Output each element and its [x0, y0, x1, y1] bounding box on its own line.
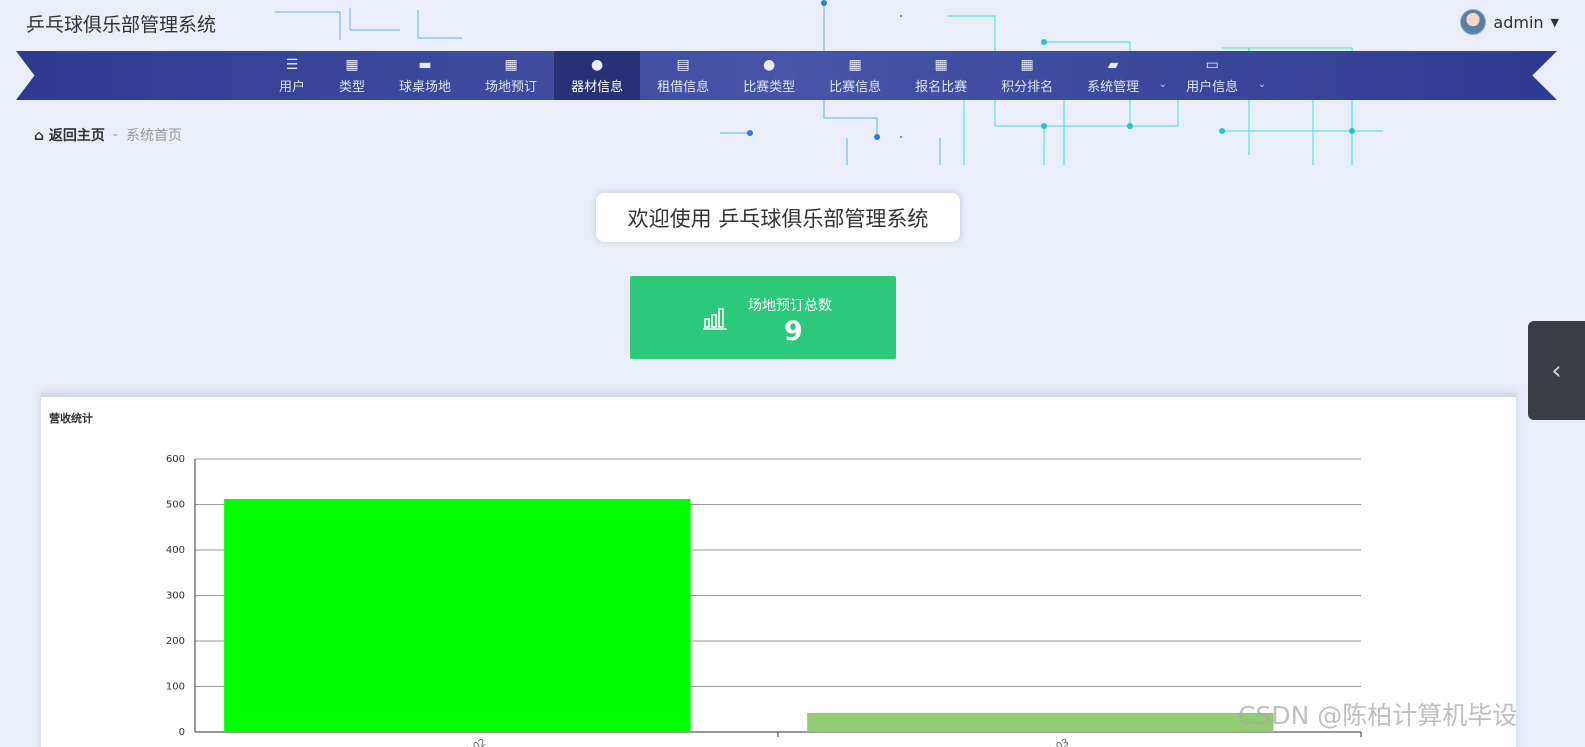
- nav-item-label: 租借信息: [657, 79, 710, 95]
- chevron-down-icon: ⌄: [1257, 79, 1267, 90]
- breadcrumb-home-label: 返回主页: [48, 128, 105, 144]
- breadcrumb-separator: -: [112, 127, 118, 143]
- list-icon: ☰: [285, 56, 299, 73]
- clipboard-icon: ▤: [676, 56, 690, 73]
- avatar[interactable]: [1460, 9, 1487, 35]
- y-tick-label: 500: [166, 500, 185, 511]
- username[interactable]: admin: [1493, 13, 1543, 32]
- breadcrumb: ⌂ 返回主页 - 系统首页: [34, 125, 182, 145]
- panel-title: 营收统计: [49, 412, 93, 425]
- x-tick-label: 2024-02: [446, 737, 488, 747]
- grid-icon: ▦: [345, 56, 359, 73]
- chevron-left-icon: ‹: [1551, 355, 1562, 386]
- welcome-banner: 欢迎使用 乒乓球俱乐部管理系统: [596, 193, 960, 242]
- y-tick-label: 600: [166, 454, 185, 465]
- y-tick-label: 200: [166, 636, 185, 647]
- card-icon: ▭: [1205, 56, 1219, 73]
- y-tick-label: 0: [179, 727, 185, 738]
- nav-item-tables[interactable]: ▬ 球桌场地: [382, 51, 468, 100]
- side-panel-toggle[interactable]: ‹: [1528, 321, 1585, 420]
- breadcrumb-current: 系统首页: [125, 128, 182, 144]
- nav-item-label: 器材信息: [571, 79, 624, 95]
- bar-chart-icon: [703, 308, 727, 330]
- nav-item-system[interactable]: ▰ 系统管理 ⌄: [1070, 51, 1169, 100]
- grid-icon: ▦: [934, 56, 948, 73]
- revenue-panel: 0 100 200 300 400 500 600 2024-02 2024-03 营收统计: [41, 393, 1516, 747]
- main-nav: ☰ 用户 ▦ 类型 ▬ 球桌场地 ▦ 场地预订 ● 器材信息 ▤ 租借信息 ● 比赛类型 ▦ 比…: [16, 51, 1557, 100]
- bar: [224, 499, 691, 732]
- home-icon: ⌂: [34, 128, 45, 144]
- nav-item-label: 比赛信息: [829, 79, 882, 95]
- table-icon: ▬: [418, 56, 432, 73]
- bar: [807, 712, 1274, 732]
- nav-item-user-info[interactable]: ▭ 用户信息 ⌄: [1169, 51, 1268, 100]
- user-menu[interactable]: admin ▼: [1460, 9, 1559, 35]
- x-tick-label: 2024-03: [1029, 737, 1071, 747]
- y-tick-label: 300: [166, 591, 185, 602]
- nav-item-label: 比赛类型: [743, 79, 796, 95]
- nav-item-signup[interactable]: ▦ 报名比赛: [898, 51, 984, 100]
- grid-icon: ▦: [504, 56, 518, 73]
- nav-item-match-types[interactable]: ● 比赛类型: [726, 51, 812, 100]
- stat-label: 场地预订总数: [748, 298, 832, 314]
- revenue-chart: 0 100 200 300 400 500 600 2024-02 2024-03: [166, 454, 1362, 747]
- chevron-down-icon: ⌄: [1158, 79, 1168, 90]
- grid-icon: ▦: [1020, 56, 1034, 73]
- nav-item-users[interactable]: ☰ 用户: [262, 51, 322, 100]
- nav-item-ranking[interactable]: ▦ 积分排名: [984, 51, 1070, 100]
- nav-item-label: 场地预订: [485, 79, 538, 95]
- nav-item-matches[interactable]: ▦ 比赛信息: [812, 51, 898, 100]
- nav-item-label: 类型: [339, 79, 366, 95]
- person-icon: ●: [762, 56, 776, 73]
- caret-down-icon[interactable]: ▼: [1551, 16, 1559, 29]
- nav-item-label: 积分排名: [1001, 79, 1054, 95]
- nav-item-label: 报名比赛: [915, 79, 968, 95]
- top-bar: 乒乓球俱乐部管理系统 admin ▼: [0, 0, 1585, 50]
- watermark: CSDN @陈柏计算机毕设: [1238, 701, 1518, 730]
- nav-items: ☰ 用户 ▦ 类型 ▬ 球桌场地 ▦ 场地预订 ● 器材信息 ▤ 租借信息 ● 比赛类型 ▦ 比…: [262, 51, 1268, 100]
- nav-item-equipment[interactable]: ● 器材信息: [554, 51, 641, 100]
- stat-value: 9: [784, 316, 803, 347]
- app-title: 乒乓球俱乐部管理系统: [26, 14, 217, 36]
- user-icon: ●: [590, 56, 604, 73]
- ticket-icon: ▰: [1107, 56, 1119, 73]
- y-tick-label: 100: [166, 682, 185, 693]
- nav-item-types[interactable]: ▦ 类型: [322, 51, 382, 100]
- nav-item-rental[interactable]: ▤ 租借信息: [640, 51, 726, 100]
- breadcrumb-home[interactable]: ⌂ 返回主页: [34, 125, 105, 145]
- nav-item-label: 用户信息: [1186, 79, 1239, 95]
- nav-item-label: 球桌场地: [399, 79, 452, 95]
- nav-item-label: 用户: [279, 79, 306, 95]
- nav-item-label: 系统管理: [1087, 79, 1140, 95]
- y-tick-label: 400: [166, 545, 185, 556]
- grid-icon: ▦: [848, 56, 862, 73]
- stat-card-bookings: 场地预订总数 9: [630, 276, 896, 359]
- nav-item-booking[interactable]: ▦ 场地预订: [468, 51, 554, 100]
